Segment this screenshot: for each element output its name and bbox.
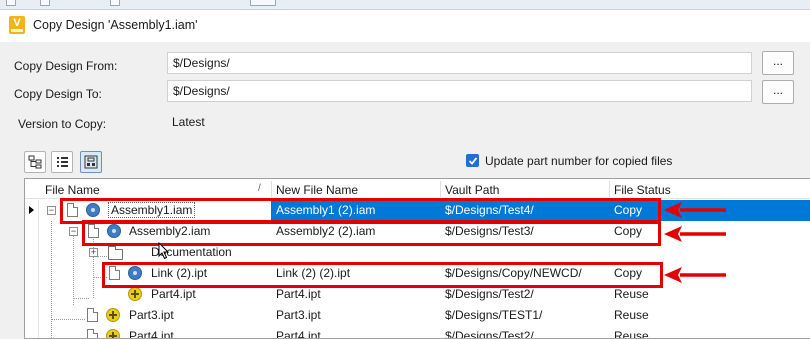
copy-from-label: Copy Design From: bbox=[14, 59, 118, 73]
file-name: Part3.ipt bbox=[129, 308, 174, 322]
copy-to-browse-button[interactable]: ... bbox=[762, 80, 794, 104]
column-header-vault-path[interactable]: Vault Path bbox=[445, 183, 499, 197]
row-selector[interactable] bbox=[25, 242, 39, 263]
parent-toolbar-tick bbox=[250, 0, 276, 6]
current-row-icon bbox=[29, 206, 34, 214]
new-file-name[interactable]: Part3.ipt bbox=[276, 308, 321, 322]
collapse-toggle-icon[interactable]: − bbox=[47, 206, 56, 215]
update-part-number-label: Update part number for copied files bbox=[485, 154, 673, 168]
part-icon bbox=[106, 308, 120, 322]
new-file-name[interactable]: Part4.ipt bbox=[276, 329, 321, 338]
column-separator[interactable] bbox=[440, 181, 441, 197]
tree-view-button[interactable] bbox=[24, 151, 46, 173]
collapse-toggle-icon[interactable]: − bbox=[69, 227, 78, 236]
list-view-icon bbox=[57, 157, 68, 167]
table-row[interactable]: Part3.ipt Part3.ipt $/Designs/TEST1/ Reu… bbox=[25, 305, 810, 326]
vault-path: $/Designs/Test2/ bbox=[445, 329, 534, 339]
column-separator[interactable] bbox=[609, 181, 610, 197]
file-status: Reuse bbox=[614, 308, 649, 322]
file-name: Part4.ipt bbox=[151, 287, 196, 301]
annotation-arrow-icon bbox=[664, 202, 726, 218]
update-part-number-checkbox[interactable] bbox=[466, 154, 479, 167]
tree-view-icon bbox=[28, 155, 42, 169]
column-separator[interactable] bbox=[271, 181, 272, 197]
file-status: Reuse bbox=[614, 287, 649, 301]
grid-header: File Name / New File Name Vault Path Fil… bbox=[25, 179, 810, 199]
copy-from-field[interactable]: $/Designs/ bbox=[167, 52, 752, 74]
file-status: Reuse bbox=[614, 329, 649, 339]
parent-window-strip bbox=[0, 0, 810, 10]
vault-path: $/Designs/Test2/ bbox=[445, 287, 534, 301]
copy-to-label: Copy Design To: bbox=[14, 87, 102, 101]
grouped-view-button[interactable] bbox=[80, 151, 102, 173]
copy-design-dialog: Copy Design From: $/Designs/ ... Copy De… bbox=[0, 42, 810, 339]
highlight-box bbox=[102, 262, 663, 288]
part-icon bbox=[106, 329, 120, 338]
parent-toolbar-tick bbox=[110, 0, 120, 6]
dialog-title-bar: V Copy Design 'Assembly1.iam' bbox=[0, 10, 810, 42]
grouped-view-icon bbox=[84, 155, 98, 169]
copy-to-field[interactable]: $/Designs/ bbox=[167, 80, 752, 102]
mouse-cursor-icon bbox=[158, 242, 170, 260]
list-view-button[interactable] bbox=[51, 151, 73, 173]
row-selector[interactable] bbox=[25, 305, 39, 326]
row-selector[interactable] bbox=[25, 221, 39, 242]
parent-toolbar-tick bbox=[6, 0, 16, 6]
document-icon bbox=[87, 329, 98, 338]
parent-toolbar-tick bbox=[40, 0, 50, 6]
checkmark-icon bbox=[468, 157, 478, 165]
expand-toggle-icon[interactable]: + bbox=[89, 248, 98, 257]
folder-icon bbox=[108, 246, 123, 260]
version-label: Version to Copy: bbox=[18, 117, 107, 131]
sort-indicator: / bbox=[258, 183, 261, 194]
copy-from-browse-button[interactable]: ... bbox=[762, 51, 794, 75]
row-selector[interactable] bbox=[25, 200, 39, 221]
row-selector[interactable] bbox=[25, 263, 39, 284]
annotation-arrow-icon bbox=[664, 226, 726, 242]
dialog-title: Copy Design 'Assembly1.iam' bbox=[33, 18, 198, 32]
annotation-arrow-icon bbox=[664, 267, 726, 283]
column-header-file-name[interactable]: File Name bbox=[45, 183, 100, 197]
file-name: Part4.ipt bbox=[129, 329, 174, 339]
version-value: Latest bbox=[172, 115, 205, 129]
vault-app-icon: V bbox=[9, 16, 25, 34]
part-icon bbox=[128, 287, 142, 301]
row-selector[interactable] bbox=[25, 284, 39, 305]
vault-path: $/Designs/TEST1/ bbox=[445, 308, 543, 322]
new-file-name[interactable]: Part4.ipt bbox=[276, 287, 321, 301]
column-header-file-status[interactable]: File Status bbox=[614, 183, 671, 197]
table-row[interactable]: Part4.ipt Part4.ipt $/Designs/Test2/ Reu… bbox=[25, 326, 810, 339]
document-icon bbox=[87, 308, 98, 322]
row-selector[interactable] bbox=[25, 326, 39, 338]
column-header-new-file-name[interactable]: New File Name bbox=[276, 183, 358, 197]
